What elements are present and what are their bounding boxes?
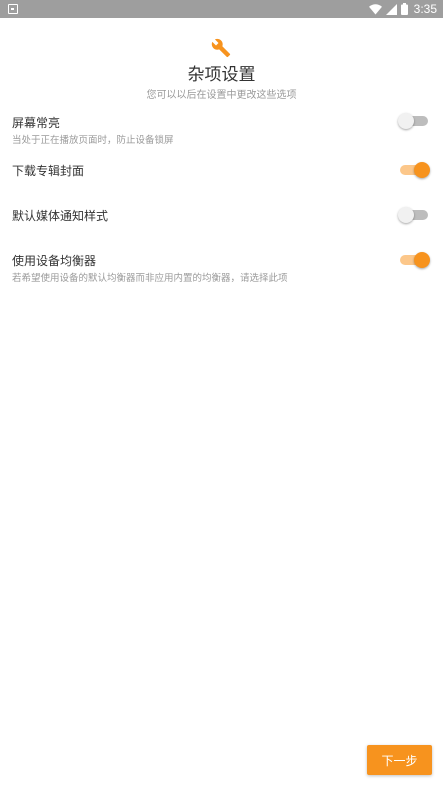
status-icons: 3:35 (368, 0, 437, 18)
setting-description: 当处于正在播放页面时，防止设备锁屏 (12, 135, 174, 146)
setting-device-equalizer[interactable]: 使用设备均衡器 若希望使用设备的默认均衡器而非应用内置的均衡器，请选择此项 (0, 248, 443, 288)
setting-title: 屏幕常亮 (12, 116, 61, 130)
status-bar: 3:35 (0, 0, 443, 18)
next-button[interactable]: 下一步 (367, 745, 432, 775)
notification-icon (8, 4, 18, 14)
setting-download-album-art[interactable]: 下载专辑封面 (0, 156, 443, 188)
signal-icon (385, 3, 397, 15)
setting-title: 默认媒体通知样式 (12, 209, 109, 223)
device-equalizer-toggle[interactable] (400, 251, 430, 269)
screen-on-toggle[interactable] (398, 112, 430, 130)
battery-icon (400, 3, 408, 15)
toggle-knob (414, 252, 430, 268)
setting-screen-on[interactable]: 屏幕常亮 当处于正在播放页面时，防止设备锁屏 (0, 110, 443, 150)
setting-title: 使用设备均衡器 (12, 254, 97, 268)
setting-title: 下载专辑封面 (12, 164, 85, 178)
default-media-notification-toggle[interactable] (398, 206, 430, 224)
page-title: 杂项设置 (187, 65, 256, 85)
setting-default-media-notification[interactable]: 默认媒体通知样式 (0, 200, 443, 232)
status-time: 3:35 (413, 2, 437, 16)
toggle-knob (398, 113, 414, 129)
download-album-art-toggle[interactable] (400, 161, 430, 179)
wrench-icon (211, 38, 231, 58)
toggle-knob (398, 207, 414, 223)
setting-description: 若希望使用设备的默认均衡器而非应用内置的均衡器，请选择此项 (12, 273, 288, 284)
page-subtitle: 您可以以后在设置中更改这些选项 (146, 90, 297, 101)
toggle-knob (414, 162, 430, 178)
wifi-icon (368, 3, 382, 14)
